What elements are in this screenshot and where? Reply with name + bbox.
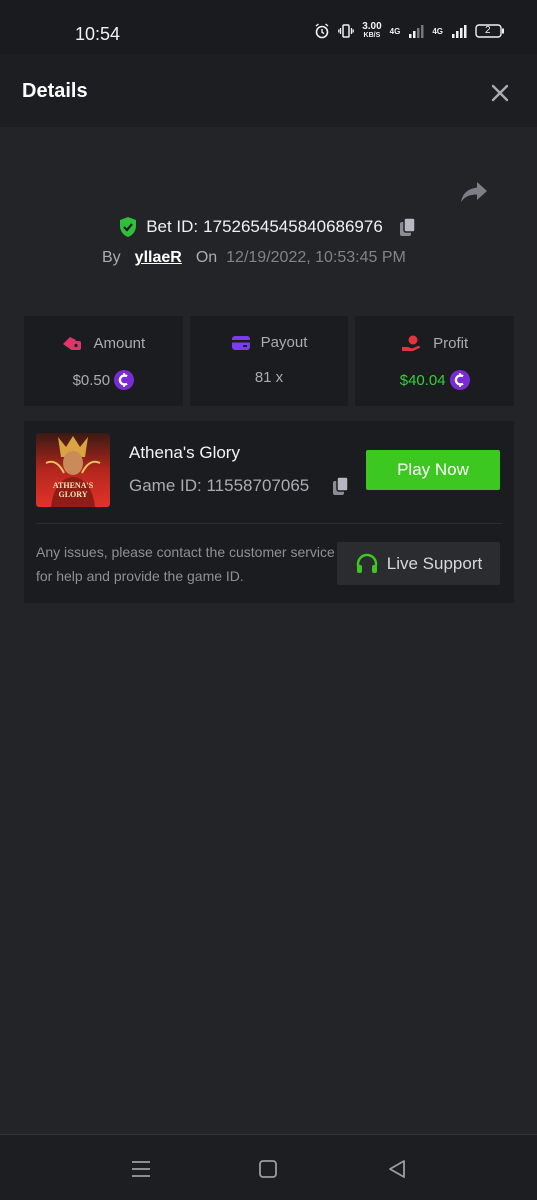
thumbnail-text-2: GLORY	[58, 490, 88, 499]
play-now-button[interactable]: Play Now	[366, 450, 500, 490]
bet-date: 12/19/2022, 10:53:45 PM	[226, 249, 406, 266]
stat-payout: Payout 81 x	[189, 316, 349, 406]
stat-amount-value: $0.50	[72, 371, 111, 389]
game-id-row: Game ID: 11558707065	[129, 476, 309, 496]
copy-icon[interactable]	[330, 475, 352, 497]
stat-amount: Amount $0.50	[24, 316, 183, 406]
alarm-icon	[315, 23, 329, 39]
stat-payout-value: 81 x	[254, 369, 284, 386]
username-link[interactable]: yllaeR	[135, 249, 182, 267]
amount-icon	[63, 337, 82, 350]
stat-profit-label: Profit	[433, 334, 469, 352]
stat-payout-label: Payout	[260, 334, 308, 351]
bet-meta-row: By yllaeR On 12/19/2022, 10:53:45 PM	[102, 249, 406, 267]
live-support-label: Live Support	[386, 553, 483, 573]
net-speed: 3.00 KB/S	[362, 22, 381, 40]
signal-icon	[409, 25, 424, 38]
net-speed-unit: KB/S	[363, 32, 381, 39]
wallet-icon	[231, 335, 250, 350]
network-type-2: 4G	[432, 26, 443, 36]
game-thumbnail[interactable]: ATHENA'S GLORY	[36, 433, 110, 507]
game-name: Athena's Glory	[129, 443, 240, 462]
stat-amount-label: Amount	[93, 334, 146, 352]
signal-icon	[452, 25, 467, 38]
thumbnail-text-1: ATHENA'S	[52, 481, 94, 490]
vibrate-icon	[338, 24, 355, 38]
game-id-value: 11558707065	[206, 476, 310, 495]
by-label: By	[102, 249, 121, 266]
net-speed-value: 3.00	[362, 21, 382, 32]
on-label: On	[195, 249, 218, 266]
network-type-1: 4G	[389, 26, 401, 36]
shield-check-icon	[120, 217, 137, 237]
copy-icon[interactable]	[397, 216, 419, 238]
status-icons: 3.00 KB/S 4G 4G 2	[314, 22, 505, 40]
bet-id-row: Bet ID: 1752654545840686976	[0, 216, 537, 238]
bet-id-label: Bet ID:	[146, 217, 199, 236]
profit-icon	[402, 335, 421, 351]
menu-icon[interactable]	[129, 1157, 153, 1181]
coin-icon	[449, 370, 470, 390]
back-icon[interactable]	[385, 1157, 409, 1181]
headset-icon	[356, 553, 377, 573]
stat-profit: Profit $40.04	[355, 316, 515, 406]
status-bar: 10:54 3.00 KB/S 4G 4G 2	[0, 0, 537, 54]
live-support-button[interactable]: Live Support	[337, 542, 500, 585]
stats-row: Amount $0.50 Payout 81 x Profit $40.04	[24, 316, 515, 406]
close-icon[interactable]	[489, 82, 511, 104]
game-id-label: Game ID:	[129, 476, 202, 495]
support-message: Any issues, please contact the customer …	[36, 544, 335, 584]
bet-id-value: 1752654545840686976	[203, 217, 383, 236]
coin-icon	[114, 370, 135, 390]
page-title: Details	[22, 80, 88, 102]
stat-profit-value: $40.04	[399, 371, 446, 389]
home-icon[interactable]	[256, 1157, 280, 1181]
game-card: ATHENA'S GLORY Athena's Glory Game ID: 1…	[24, 421, 514, 603]
system-nav-bar	[0, 1134, 537, 1200]
header: Details	[0, 54, 537, 127]
status-time: 10:54	[75, 24, 121, 44]
battery-level: 2	[485, 25, 491, 36]
divider	[36, 523, 502, 524]
thumbnail-logo: ATHENA'S GLORY	[36, 481, 110, 499]
battery-icon: 2	[475, 24, 505, 38]
share-icon[interactable]	[460, 180, 488, 204]
